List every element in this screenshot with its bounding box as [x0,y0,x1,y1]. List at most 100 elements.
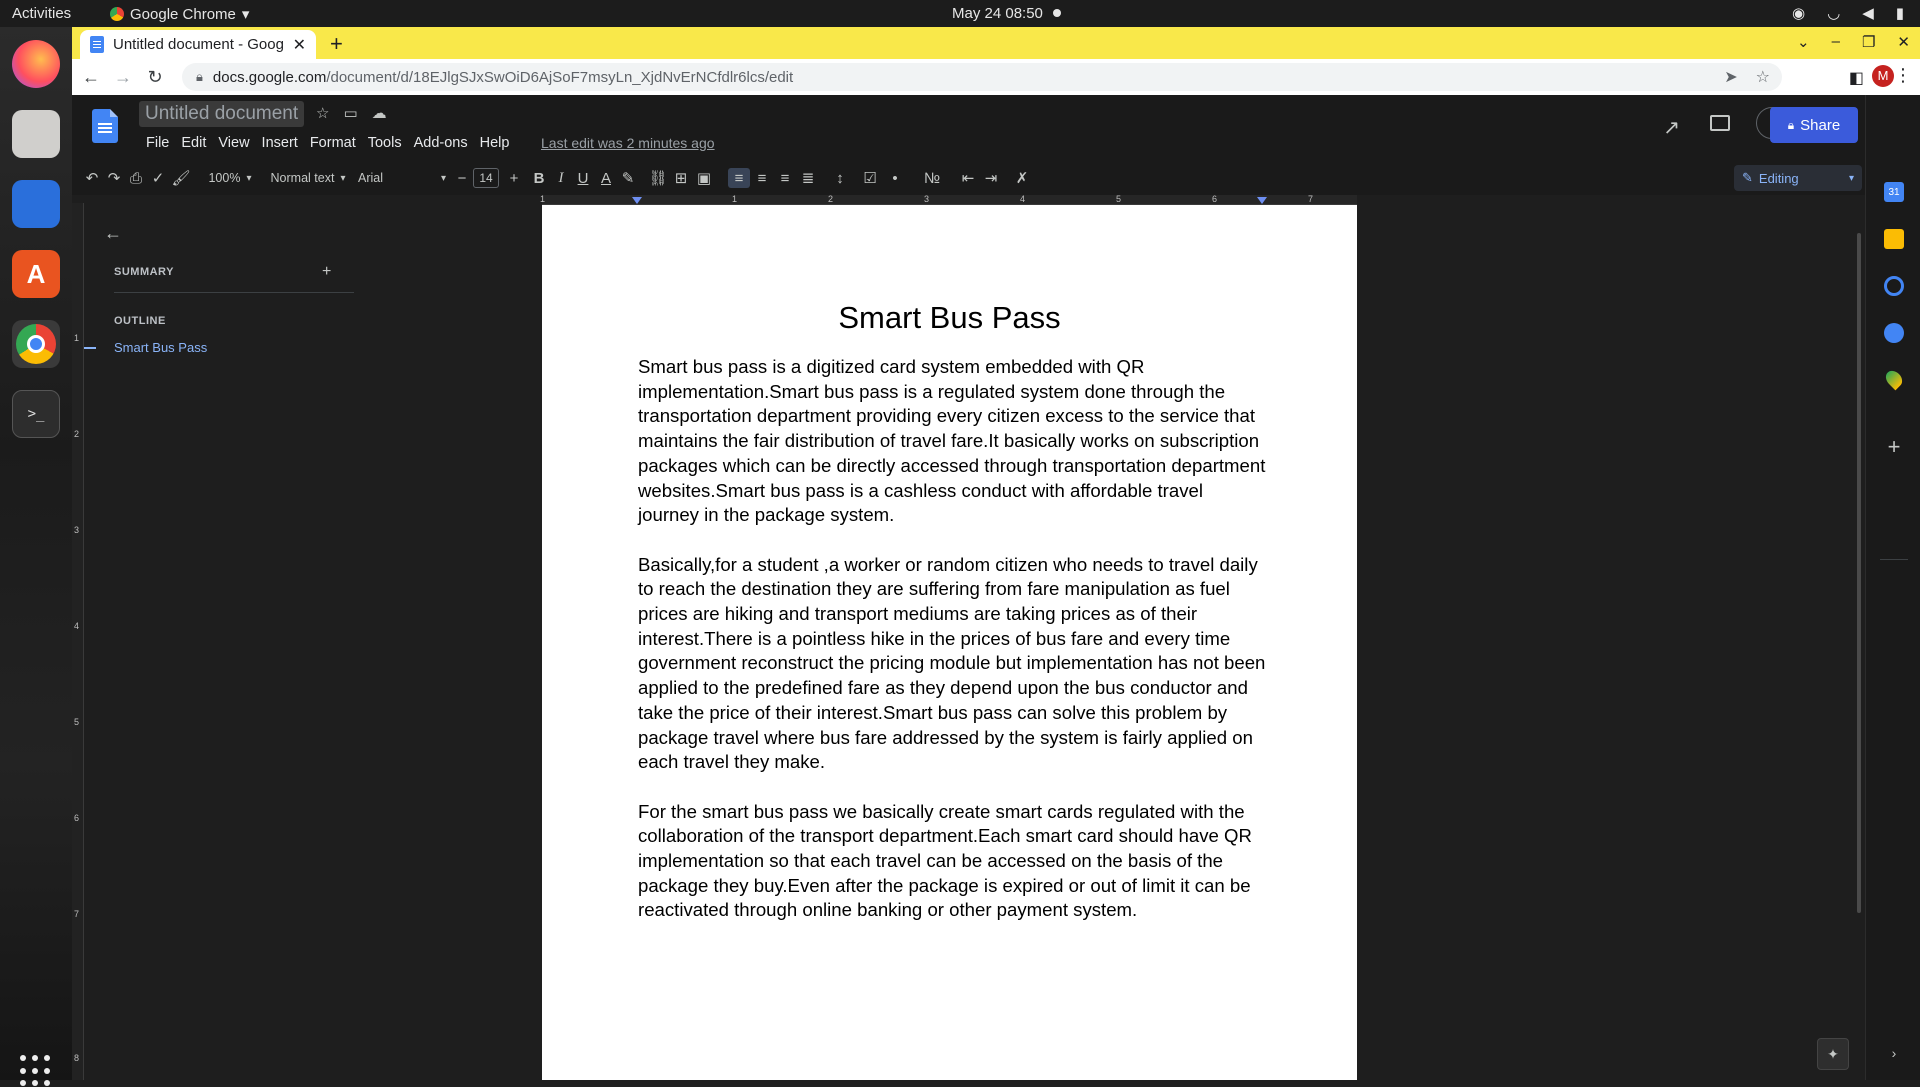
add-summary-icon[interactable]: + [322,263,331,281]
address-bar[interactable]: 🔒︎ docs.google.com/document/d/18EJlgSJxS… [182,63,1782,91]
docs-app-icon[interactable] [12,180,60,228]
system-tray[interactable]: ◉ ◡ ◀ ▮ [1792,4,1904,22]
profile-avatar[interactable]: M [1872,65,1894,87]
activities-button[interactable]: Activities [12,5,71,22]
tab-search-icon[interactable]: ⌄ [1797,33,1810,51]
keep-icon[interactable] [1884,229,1904,249]
left-indent-marker[interactable] [632,197,642,204]
menu-tools[interactable]: Tools [362,133,408,153]
share-button[interactable]: 🔒︎ Share [1770,107,1858,143]
explore-button[interactable]: ✦ [1817,1038,1849,1070]
send-icon[interactable]: ➤ [1724,67,1737,87]
new-tab-button[interactable]: + [330,31,343,57]
menu-addons[interactable]: Add-ons [408,133,474,153]
cloud-status-icon[interactable]: ☁ [372,104,387,122]
show-side-panel-icon[interactable]: › [1884,1043,1904,1063]
show-apps-icon[interactable] [20,1055,52,1087]
close-window-icon[interactable]: ✕ [1897,33,1910,51]
docs-logo-icon[interactable] [92,109,118,143]
move-folder-icon[interactable]: ▭ [343,104,357,122]
document-page[interactable]: Smart Bus Pass Smart bus pass is a digit… [542,205,1357,1080]
insert-link-icon[interactable]: ⛓ [648,168,668,188]
paragraph[interactable]: Basically,for a student ,a worker or ran… [638,553,1268,775]
horizontal-ruler[interactable]: 1 1 2 3 4 5 6 7 [540,194,1357,205]
increase-indent-icon[interactable]: ⇥ [981,168,1001,188]
editing-mode-select[interactable]: ✎ Editing ▾ [1734,165,1862,191]
decrease-font-size-icon[interactable]: − [452,168,472,188]
print-icon[interactable]: ⎙ [126,168,146,188]
chrome-menu-icon[interactable]: ⋮ [1894,65,1912,86]
app-menu[interactable]: Google Chrome ▾ [110,5,249,23]
ruler-label: 2 [828,194,834,204]
document-body[interactable]: Smart bus pass is a digitized card syste… [638,355,1268,948]
numbered-list-icon[interactable]: № [922,168,942,188]
align-center-icon[interactable]: ≡ [752,168,772,188]
files-icon[interactable] [12,110,60,158]
font-size-input[interactable]: 14 [473,168,499,188]
checklist-icon[interactable]: ☑ [860,168,880,188]
tab-docs[interactable]: Untitled document - Goog ✕ [80,30,316,59]
right-indent-marker[interactable] [1257,197,1267,204]
highlight-icon[interactable]: ✎ [618,168,638,188]
bulleted-list-icon[interactable]: • [885,168,905,188]
terminal-icon[interactable]: >_ [12,390,60,438]
bookmark-star-icon[interactable]: ☆ [1756,67,1770,87]
underline-icon[interactable]: U [573,168,593,188]
decrease-indent-icon[interactable]: ⇤ [958,168,978,188]
menu-edit[interactable]: Edit [175,133,212,153]
style-select[interactable]: Normal text [268,168,348,188]
firefox-icon[interactable] [12,40,60,88]
scrollbar-thumb[interactable] [1857,233,1861,913]
clock[interactable]: May 24 08:50 [952,5,1043,22]
paragraph[interactable]: Smart bus pass is a digitized card syste… [638,355,1268,528]
star-icon[interactable]: ☆ [316,104,329,122]
align-left-icon[interactable]: ≡ [728,168,750,188]
side-panel-icon[interactable]: ◧ [1849,68,1864,88]
redo-icon[interactable]: ↷ [104,168,124,188]
menu-help[interactable]: Help [474,133,516,153]
minimize-icon[interactable]: – [1832,33,1840,51]
insert-image-icon[interactable]: ▣ [694,168,714,188]
get-addons-icon[interactable]: + [1884,434,1904,459]
paragraph[interactable]: For the smart bus pass we basically crea… [638,800,1268,924]
forward-arrow-icon[interactable]: → [110,67,136,88]
activity-trend-icon[interactable]: ↗ [1663,115,1680,140]
clear-formatting-icon[interactable]: ✗ [1012,168,1032,188]
tasks-icon[interactable] [1884,276,1904,296]
calendar-icon[interactable]: 31 [1884,182,1904,202]
reload-icon[interactable]: ↻ [142,67,168,88]
menu-format[interactable]: Format [304,133,362,153]
justify-icon[interactable]: ≣ [798,168,818,188]
paint-format-icon[interactable]: 🖌︎ [171,168,191,188]
add-comment-icon[interactable]: ⊞ [671,168,691,188]
lock-icon[interactable]: 🔒︎ [196,69,203,85]
chrome-icon[interactable] [12,320,60,368]
line-spacing-icon[interactable]: ↕ [830,168,850,188]
back-arrow-icon[interactable]: ← [78,67,104,88]
increase-font-size-icon[interactable]: + [504,168,524,188]
italic-icon[interactable]: I [551,168,571,188]
menu-view[interactable]: View [212,133,255,153]
document-heading[interactable]: Smart Bus Pass [542,300,1357,336]
last-edit-link[interactable]: Last edit was 2 minutes ago [541,135,715,151]
maximize-icon[interactable]: ❐ [1862,33,1875,51]
vertical-ruler[interactable]: 1 2 3 4 5 6 7 8 [72,203,84,1080]
spellcheck-icon[interactable]: ✓ [148,168,168,188]
bold-icon[interactable]: B [529,168,549,188]
menu-insert[interactable]: Insert [256,133,304,153]
align-right-icon[interactable]: ≡ [775,168,795,188]
text-color-icon[interactable]: A [596,168,616,188]
outline-item-smart-bus-pass[interactable]: Smart Bus Pass [114,340,207,355]
menu-file[interactable]: File [140,133,175,153]
undo-icon[interactable]: ↶ [82,168,102,188]
close-outline-arrow-icon[interactable]: ← [104,223,122,244]
comments-icon[interactable] [1710,115,1730,131]
close-tab-icon[interactable]: ✕ [293,35,306,55]
zoom-select[interactable]: 100% [205,168,255,188]
contacts-icon[interactable] [1884,323,1904,343]
maps-icon[interactable] [1882,367,1906,391]
document-title[interactable]: Untitled document [139,101,305,127]
vertical-scrollbar[interactable] [1853,233,1865,1080]
font-select[interactable]: Arial [358,168,446,188]
software-icon[interactable]: A [12,250,60,298]
